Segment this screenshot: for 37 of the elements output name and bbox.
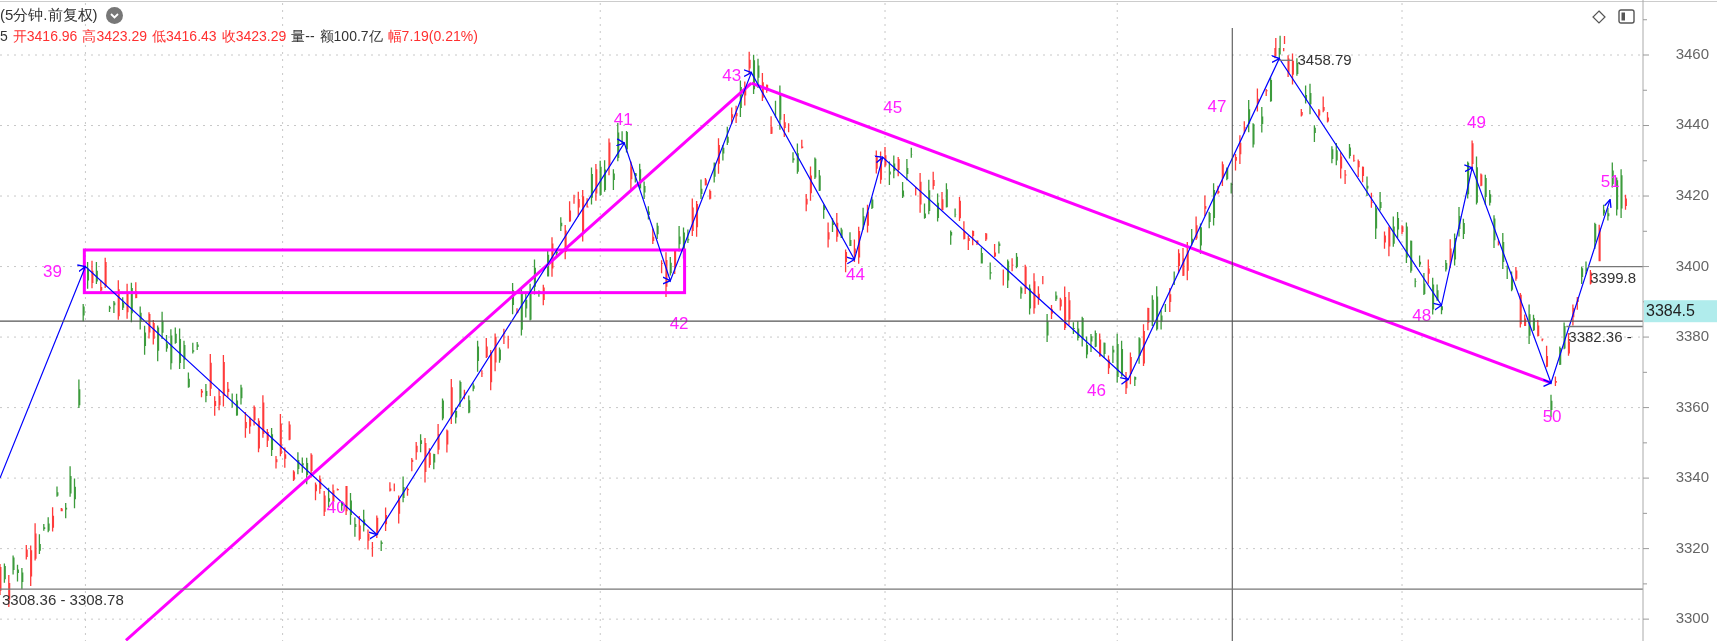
- wave-label: 41: [613, 110, 633, 130]
- quote-value: 低3416.43: [152, 28, 217, 46]
- wave-label: 46: [1086, 380, 1106, 400]
- quote-value: 5: [0, 28, 8, 46]
- quote-value: 收3423.29: [221, 28, 287, 46]
- wave-label: 45: [883, 98, 903, 118]
- panel-icon[interactable]: [1618, 9, 1635, 24]
- axis-label: 3420: [1675, 186, 1709, 203]
- price-line: [1278, 59, 1294, 61]
- axis-label: 3300: [1675, 609, 1709, 627]
- axis-label: 3340: [1675, 468, 1709, 486]
- axis-label: 3320: [1675, 538, 1709, 556]
- quote-value: 量--: [291, 28, 315, 46]
- crosshair-price-label: 3384.5: [1644, 300, 1717, 323]
- dropdown-icon[interactable]: [105, 7, 123, 24]
- axis-label: 3460: [1675, 44, 1709, 62]
- price-line: [1587, 265, 1644, 268]
- axis-label: 3440: [1675, 115, 1709, 133]
- price-label: 3382.36 -: [1568, 328, 1632, 346]
- price-label: 3458.79: [1297, 51, 1352, 69]
- axis-label: 3400: [1675, 256, 1709, 274]
- chart-title: (5分钟.前复权): [0, 6, 98, 25]
- quote-value: 开3416.96: [12, 28, 78, 46]
- diamond-icon[interactable]: [1592, 9, 1606, 24]
- wave-label: 43: [722, 65, 742, 85]
- wave-label: 40: [326, 497, 346, 517]
- wave-label: 49: [1467, 112, 1486, 132]
- wave-label: 50: [1542, 406, 1562, 426]
- axis-label: 3360: [1675, 397, 1709, 415]
- axis-label: 3380: [1675, 327, 1709, 345]
- wave-label: 48: [1412, 306, 1432, 326]
- wave-label: 39: [43, 261, 63, 281]
- wave-label: 44: [846, 265, 865, 285]
- quote-value: 额100.7亿: [319, 28, 383, 46]
- quote-value: 幅7.19(0.21%): [387, 28, 478, 46]
- quote-value: 高3423.29: [82, 28, 147, 46]
- wave-label: 47: [1207, 97, 1227, 117]
